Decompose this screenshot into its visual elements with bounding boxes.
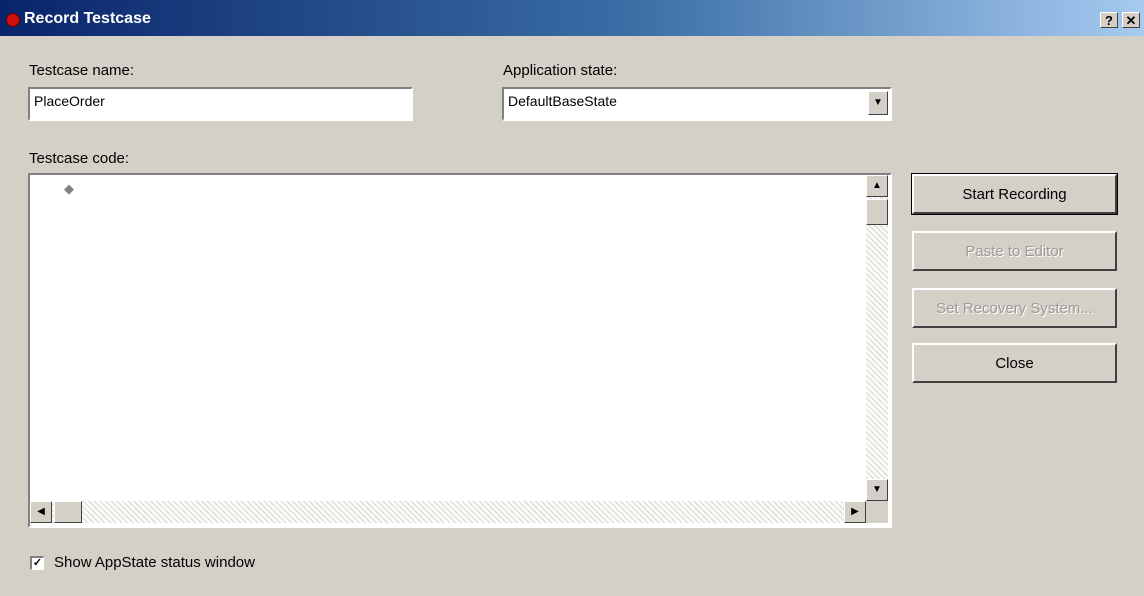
checkmark-icon: ✓ [32, 557, 43, 569]
testcase-code-editor[interactable]: ◆ ▲ ▼ ◀ ▶ [28, 173, 892, 528]
testcase-code-label: Testcase code: [29, 150, 130, 167]
arrow-up-icon[interactable]: ▲ [866, 175, 888, 197]
application-state-select[interactable]: DefaultBaseState ▼ [502, 87, 892, 121]
start-recording-button[interactable]: Start Recording [911, 173, 1118, 215]
close-window-button[interactable]: ✕ [1122, 12, 1140, 28]
show-appstate-checkbox[interactable]: ✓ [30, 556, 44, 570]
record-dot-icon [6, 13, 20, 27]
set-recovery-system-button[interactable]: Set Recovery System... [912, 288, 1117, 328]
show-appstate-label[interactable]: Show AppState status window [54, 554, 255, 571]
arrow-left-icon[interactable]: ◀ [30, 501, 52, 523]
application-state-label: Application state: [503, 62, 618, 79]
horizontal-scrollbar[interactable]: ◀ ▶ [30, 501, 866, 523]
insertion-marker-icon: ◆ [64, 181, 74, 196]
testcase-name-value: PlaceOrder [34, 93, 105, 109]
testcase-name-label: Testcase name: [29, 62, 135, 79]
help-button[interactable]: ? [1100, 12, 1118, 28]
arrow-right-icon[interactable]: ▶ [844, 501, 866, 523]
vertical-scrollbar[interactable]: ▲ ▼ [866, 175, 888, 501]
close-button[interactable]: Close [912, 343, 1117, 383]
chevron-down-icon[interactable]: ▼ [868, 91, 888, 115]
vertical-scroll-thumb[interactable] [866, 199, 888, 225]
arrow-down-icon[interactable]: ▼ [866, 479, 888, 501]
paste-to-editor-button[interactable]: Paste to Editor [912, 231, 1117, 271]
application-state-value: DefaultBaseState [508, 93, 617, 109]
scrollbar-corner [866, 501, 888, 523]
title-bar: Record Testcase ? ✕ [0, 0, 1144, 36]
window-title: Record Testcase [24, 10, 151, 27]
horizontal-scroll-thumb[interactable] [54, 501, 82, 523]
testcase-name-input[interactable]: PlaceOrder [28, 87, 413, 121]
